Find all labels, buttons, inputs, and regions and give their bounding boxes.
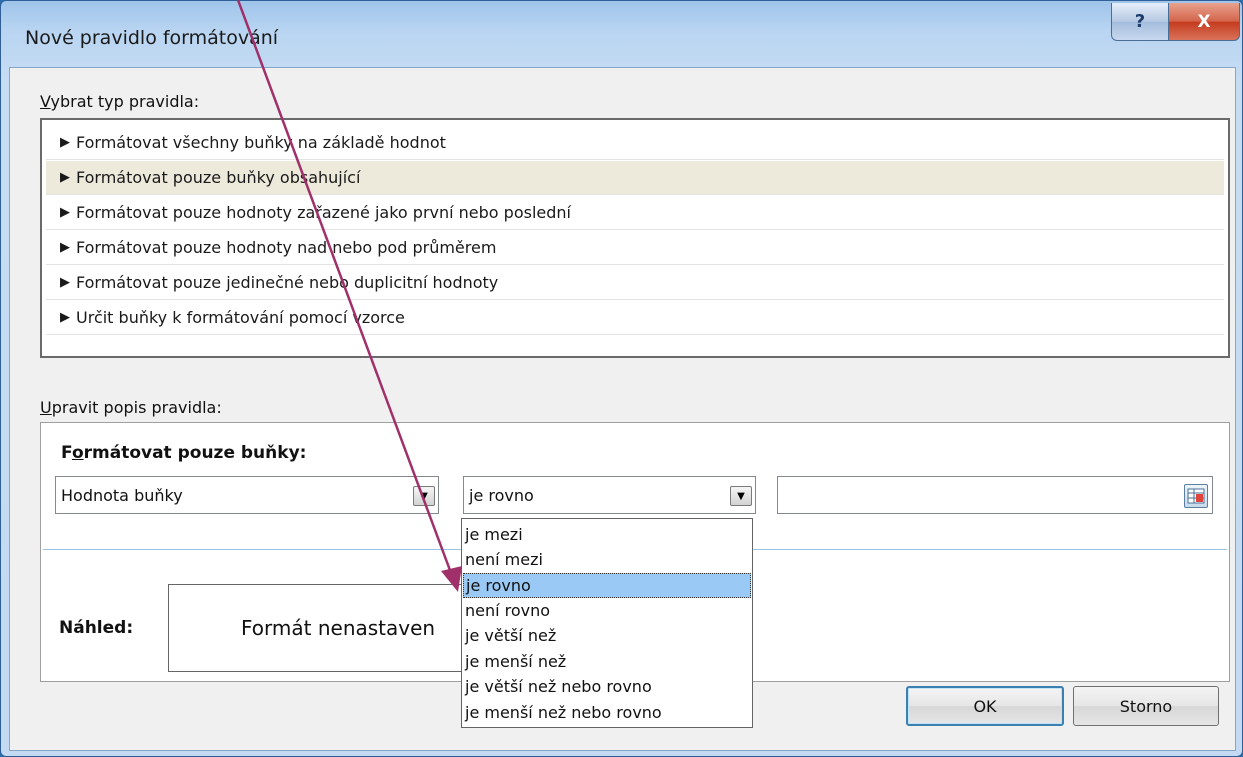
operator-option[interactable]: je větší než nebo rovno xyxy=(463,674,751,699)
rule-type-item[interactable]: ▶ Formátovat pouze hodnoty nad nebo pod … xyxy=(46,231,1224,265)
rule-type-label: Vybrat typ pravidla: xyxy=(40,92,200,111)
operator-option[interactable]: je menší než nebo rovno xyxy=(463,700,751,725)
rule-type-item-selected[interactable]: ▶ Formátovat pouze buňky obsahující xyxy=(46,161,1224,195)
cell-value-combo[interactable]: Hodnota buňky ▼ xyxy=(55,476,439,514)
operator-option-highlighted[interactable]: je rovno xyxy=(463,573,751,598)
preview-label: Náhled: xyxy=(59,618,134,638)
format-only-cells-heading: Formátovat pouze buňky: xyxy=(61,443,307,463)
operator-option[interactable]: je mezi xyxy=(463,522,751,547)
chevron-down-icon[interactable]: ▼ xyxy=(413,486,435,506)
range-picker-glyph xyxy=(1187,488,1205,504)
cancel-button[interactable]: Storno xyxy=(1073,686,1219,726)
rule-description-label: Upravit popis pravidla: xyxy=(40,398,222,417)
help-button[interactable]: ? xyxy=(1111,3,1169,41)
operator-option[interactable]: není rovno xyxy=(463,598,751,623)
value-input[interactable] xyxy=(777,476,1213,514)
operator-option[interactable]: je menší než xyxy=(463,649,751,674)
ok-button[interactable]: OK xyxy=(906,686,1064,726)
rule-type-item[interactable]: ▶ Formátovat všechny buňky na základě ho… xyxy=(46,126,1224,160)
close-button[interactable]: X xyxy=(1168,3,1240,41)
preview-text: Formát nenastaven xyxy=(241,616,436,640)
range-picker-icon[interactable] xyxy=(1184,484,1208,508)
operator-dropdown-list[interactable]: je mezi není mezi je rovno není rovno je… xyxy=(461,518,753,728)
play-triangle-icon: ▶ xyxy=(60,240,70,255)
chevron-down-icon[interactable]: ▼ xyxy=(730,486,752,506)
rule-type-item[interactable]: ▶ Formátovat pouze jedinečné nebo duplic… xyxy=(46,266,1224,300)
operator-option[interactable]: není mezi xyxy=(463,547,751,572)
operator-combo[interactable]: je rovno ▼ xyxy=(463,476,756,514)
rule-type-item[interactable]: ▶ Formátovat pouze hodnoty zařazené jako… xyxy=(46,196,1224,230)
close-icon: X xyxy=(1197,11,1211,32)
rule-type-item[interactable]: ▶ Určit buňky k formátování pomocí vzorc… xyxy=(46,301,1224,335)
play-triangle-icon: ▶ xyxy=(60,310,70,325)
play-triangle-icon: ▶ xyxy=(60,170,70,185)
operator-option[interactable]: je větší než xyxy=(463,623,751,648)
play-triangle-icon: ▶ xyxy=(60,205,70,220)
dialog-title: Nové pravidlo formátování xyxy=(25,27,279,49)
rule-type-list[interactable]: ▶ Formátovat všechny buňky na základě ho… xyxy=(40,118,1230,358)
play-triangle-icon: ▶ xyxy=(60,135,70,150)
help-icon: ? xyxy=(1134,11,1146,32)
play-triangle-icon: ▶ xyxy=(60,275,70,290)
